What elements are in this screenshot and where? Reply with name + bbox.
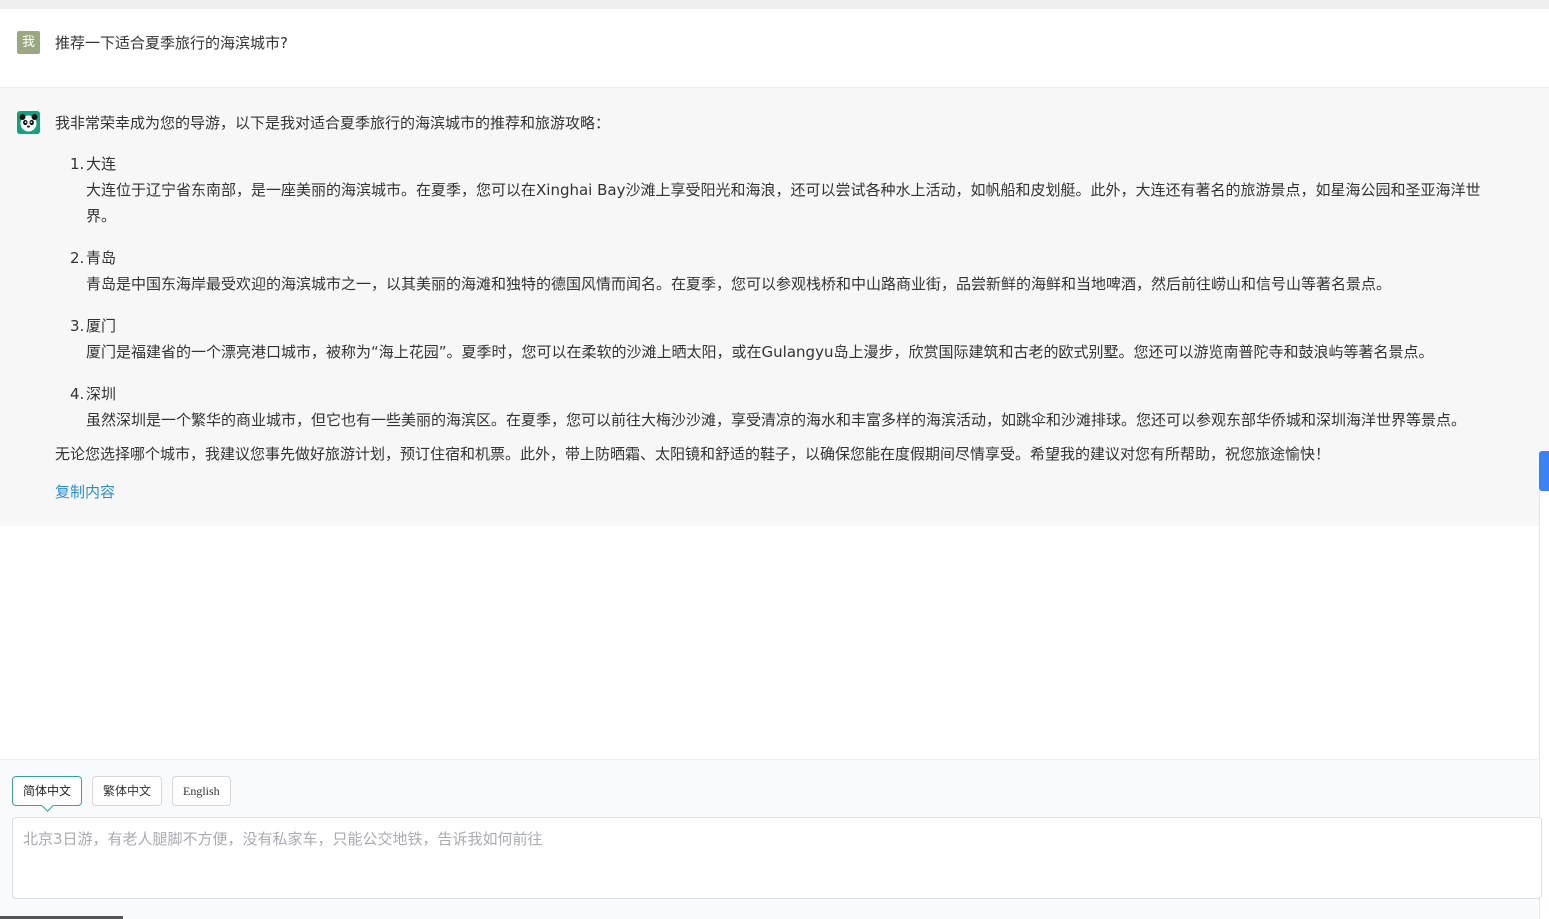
- lang-button-traditional[interactable]: 繁体中文: [92, 776, 163, 806]
- list-item: 2. 青岛 青岛是中国东海岸最受欢迎的海滨城市之一，以其美丽的海滩和独特的德国风情…: [70, 245, 1549, 297]
- item-body: 青岛是中国东海岸最受欢迎的海滨城市之一，以其美丽的海滩和独特的德国风情而闻名。在…: [70, 271, 1549, 297]
- item-body-line: 青岛是中国东海岸最受欢迎的海滨城市之一，以其美丽的海滩和独特的德国风情而闻名。在…: [86, 275, 1392, 293]
- user-question: 推荐一下适合夏季旅行的海滨城市?: [55, 34, 288, 52]
- item-body-line: 界。: [86, 207, 117, 225]
- user-avatar: 我: [17, 31, 40, 54]
- item-body: 厦门是福建省的一个漂亮港口城市，被称为“海上花园”。夏季时，您可以在柔软的沙滩上…: [70, 339, 1549, 365]
- lang-button-english[interactable]: English: [172, 776, 231, 806]
- list-item: 1. 大连 大连位于辽宁省东南部，是一座美丽的海滨城市。在夏季，您可以在Xingh…: [70, 151, 1549, 229]
- user-message: 我 推荐一下适合夏季旅行的海滨城市?: [0, 9, 1549, 88]
- item-body-line: 厦门是福建省的一个漂亮港口城市，被称为“海上花园”。夏季时，您可以在柔软的沙滩上…: [86, 343, 1434, 361]
- item-body: 大连位于辽宁省东南部，是一座美丽的海滨城市。在夏季，您可以在Xinghai Ba…: [70, 177, 1549, 229]
- prompt-input[interactable]: [13, 818, 1541, 898]
- list-item: 4. 深圳 虽然深圳是一个繁华的商业城市，但它也有一些美丽的海滨区。在夏季，您可以…: [70, 381, 1549, 433]
- bot-intro: 我非常荣幸成为您的导游，以下是我对适合夏季旅行的海滨城市的推荐和旅游攻略：: [55, 114, 611, 132]
- input-area: 简体中文 繁体中文 English: [0, 759, 1542, 919]
- item-body: 虽然深圳是一个繁华的商业城市，但它也有一些美丽的海滨区。在夏季，您可以前往大梅沙…: [70, 407, 1549, 433]
- panda-icon: [17, 111, 40, 134]
- prompt-box: [12, 817, 1542, 899]
- list-item: 3. 厦门 厦门是福建省的一个漂亮港口城市，被称为“海上花园”。夏季时，您可以在柔…: [70, 313, 1549, 365]
- item-number: 3.: [70, 317, 85, 335]
- item-title: 青岛: [86, 249, 117, 267]
- top-bar: [0, 0, 1549, 9]
- item-number: 2.: [70, 249, 85, 267]
- item-body-line: 虽然深圳是一个繁华的商业城市，但它也有一些美丽的海滨区。在夏季，您可以前往大梅沙…: [86, 411, 1467, 429]
- item-body-line: 大连位于辽宁省东南部，是一座美丽的海滨城市。在夏季，您可以在Xinghai Ba…: [86, 181, 1481, 199]
- item-title: 厦门: [86, 317, 117, 335]
- bot-closing: 无论您选择哪个城市，我建议您事先做好旅游计划，预订住宿和机票。此外，带上防晒霜、…: [55, 445, 1331, 463]
- item-number: 4.: [70, 385, 85, 403]
- item-title: 深圳: [86, 385, 117, 403]
- item-title: 大连: [86, 155, 117, 173]
- copy-content-link[interactable]: 复制内容: [55, 481, 115, 502]
- item-number: 1.: [70, 155, 85, 173]
- bot-message: 我非常荣幸成为您的导游，以下是我对适合夏季旅行的海滨城市的推荐和旅游攻略： 1.…: [0, 88, 1549, 526]
- side-panel-tab[interactable]: [1539, 451, 1549, 491]
- lang-button-simplified[interactable]: 简体中文: [12, 776, 83, 806]
